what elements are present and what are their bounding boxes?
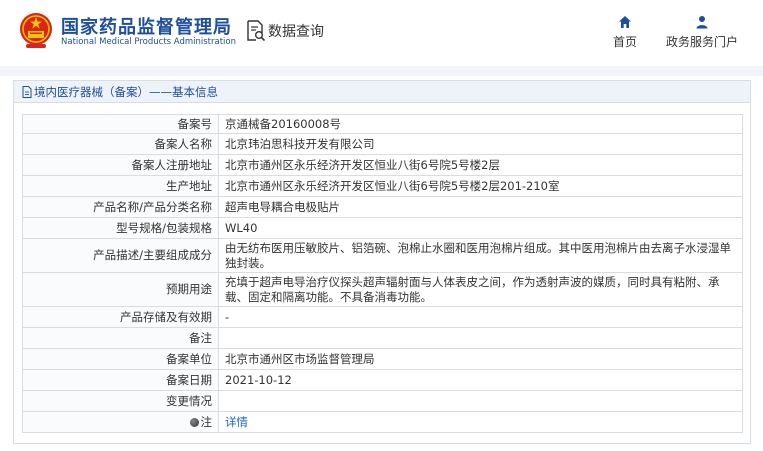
user-icon (696, 16, 708, 29)
row-label: 备案人名称 (22, 133, 219, 155)
row-value: WL40 (218, 217, 743, 239)
row-label: 备注 (22, 327, 219, 349)
nav-home-link[interactable]: 首页 (610, 15, 640, 50)
row-value (218, 327, 743, 349)
row-value: 北京玮泊思科技开发有限公司 (218, 133, 743, 155)
row-label: 备案单位 (22, 348, 219, 370)
table-row: 备案单位 北京市通州区市场监督管理局 (22, 348, 743, 370)
row-label: 变更情况 (22, 390, 219, 412)
document-icon (22, 86, 32, 98)
table-row: 产品存储及有效期 - (22, 306, 743, 328)
row-value: 超声电导耦合电极贴片 (218, 196, 743, 218)
row-label: 备案号 (22, 114, 219, 134)
details-link[interactable]: 详情 (225, 415, 248, 429)
table-row: 备案号 京通械备20160008号 (22, 114, 743, 134)
data-query-icon (247, 20, 266, 42)
table-row: 产品名称/产品分类名称 超声电导耦合电极贴片 (22, 196, 743, 218)
table-row: 备案日期 2021-10-12 (22, 369, 743, 391)
table-row: 变更情况 (22, 390, 743, 412)
row-value: 详情 (218, 411, 743, 433)
row-value: - (218, 306, 743, 328)
table-row: 产品描述/主要组成成分 由无纺布医用压敏胶片、铝箔碗、泡棉止水圈和医用泡棉片组成… (22, 238, 743, 273)
nav-home-label: 首页 (612, 35, 637, 49)
table-row: 生产地址 北京市通州区永乐经济开发区恒业八街6号院5号楼2层201-210室 (22, 175, 743, 197)
breadcrumb: 境内医疗器械（备案）——基本信息 (22, 84, 218, 100)
row-label: 备案日期 (22, 369, 219, 391)
row-value: 2021-10-12 (218, 369, 743, 391)
row-label: 备案人注册地址 (22, 154, 219, 176)
row-value: 由无纺布医用压敏胶片、铝箔碗、泡棉止水圈和医用泡棉片组成。其中医用泡棉片由去离子… (218, 238, 743, 273)
row-value: 北京市通州区永乐经济开发区恒业八街6号院5号楼2层 (218, 154, 743, 176)
row-value (218, 390, 743, 412)
row-value: 充填于超声电导治疗仪探头超声辐射面与人体表皮之间，作为透射声波的媒质，同时具有粘… (218, 272, 743, 307)
row-value: 北京市通州区市场监督管理局 (218, 348, 743, 370)
row-label: 产品存储及有效期 (22, 306, 219, 328)
note-label: 注 (200, 414, 213, 429)
row-label: 型号规格/包装规格 (22, 217, 219, 239)
site-header: 国家药品监督管理局 National Medical Products Admi… (0, 0, 763, 66)
table-row: 注 详情 (22, 411, 743, 433)
site-name-cn[interactable]: 国家药品监督管理局 (61, 13, 232, 39)
breadcrumb-text: 境内医疗器械（备案）——基本信息 (34, 85, 218, 99)
record-table: 备案号 京通械备20160008号 备案人名称 北京玮泊思科技开发有限公司 备案… (22, 114, 743, 433)
note-bullet-icon (189, 417, 199, 427)
row-label: 生产地址 (22, 175, 219, 197)
row-value: 京通械备20160008号 (218, 114, 743, 134)
row-label: 产品名称/产品分类名称 (22, 196, 219, 218)
table-row: 备案人注册地址 北京市通州区永乐经济开发区恒业八街6号院5号楼2层 (22, 154, 743, 176)
record-panel: 境内医疗器械（备案）——基本信息 备案号 京通械备20160008号 备案人名称… (13, 80, 751, 444)
nav-services-label: 政务服务门户 (665, 35, 738, 49)
table-row: 备注 (22, 327, 743, 349)
table-row: 备案人名称 北京玮泊思科技开发有限公司 (22, 133, 743, 155)
row-value: 北京市通州区永乐经济开发区恒业八街6号院5号楼2层201-210室 (218, 175, 743, 197)
header-divider (0, 66, 763, 76)
row-label: 注 (22, 411, 219, 433)
data-query-title: 数据查询 (268, 24, 324, 40)
nav-services-link[interactable]: 政务服务门户 (662, 15, 742, 50)
site-name-en: National Medical Products Administration (61, 37, 236, 47)
table-row: 预期用途 充填于超声电导治疗仪探头超声辐射面与人体表皮之间，作为透射声波的媒质，… (22, 272, 743, 307)
table-row: 型号规格/包装规格 WL40 (22, 217, 743, 239)
panel-header: 境内医疗器械（备案）——基本信息 (14, 81, 750, 103)
home-icon (619, 16, 631, 28)
row-label: 预期用途 (22, 272, 219, 307)
national-emblem-icon (20, 13, 52, 48)
row-label: 产品描述/主要组成成分 (22, 238, 219, 273)
